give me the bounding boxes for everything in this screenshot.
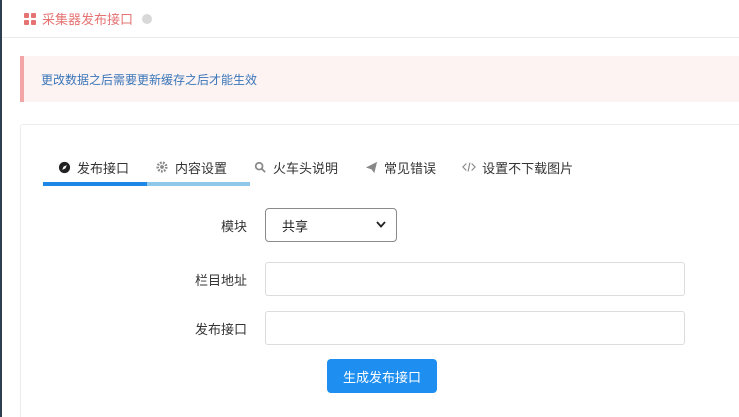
- column-url-input[interactable]: [265, 262, 685, 296]
- tab-label: 设置不下载图片: [482, 161, 574, 177]
- column-url-label: 栏目地址: [194, 273, 247, 289]
- tab-locomotive-guide[interactable]: 火车头说明: [239, 149, 350, 185]
- tab-no-download-images[interactable]: 设置不下载图片: [448, 149, 585, 185]
- paper-plane-icon: [364, 160, 378, 174]
- status-dot-icon[interactable]: [142, 13, 153, 24]
- chevron-down-icon: [376, 220, 386, 231]
- grid-icon: [24, 12, 36, 25]
- module-select[interactable]: 共享: [265, 208, 397, 242]
- module-row: 模块 共享: [145, 208, 397, 242]
- tab-hover-indicator: [147, 182, 250, 186]
- tab-common-errors[interactable]: 常见错误: [350, 149, 448, 185]
- window-edge: [0, 0, 2, 417]
- tab-label: 常见错误: [384, 161, 437, 177]
- tab-label: 发布接口: [77, 161, 130, 177]
- module-label: 模块: [220, 219, 247, 235]
- notice-alert: 更改数据之后需要更新缓存之后才能生效: [20, 56, 739, 102]
- publish-api-row: 发布接口: [145, 311, 685, 345]
- tab-content-settings[interactable]: 内容设置: [141, 149, 239, 185]
- publish-api-label: 发布接口: [194, 322, 247, 338]
- gear-icon: [155, 160, 169, 174]
- code-icon: [462, 160, 476, 174]
- search-icon: [253, 160, 267, 174]
- column-url-row: 栏目地址: [145, 262, 685, 296]
- header-bar: 采集器发布接口: [2, 0, 739, 38]
- page-title: 采集器发布接口: [42, 13, 134, 28]
- tab-publish-api[interactable]: 发布接口: [43, 149, 141, 185]
- tab-label: 火车头说明: [273, 161, 339, 177]
- tab-label: 内容设置: [175, 161, 228, 177]
- generate-api-button[interactable]: 生成发布接口: [327, 359, 437, 393]
- notice-text: 更改数据之后需要更新缓存之后才能生效: [41, 72, 258, 87]
- publish-api-input[interactable]: [265, 311, 685, 345]
- content-panel: 发布接口 内容设置 火车头说明 常见错误 设置不下载图片 模块 共享 栏目地址 …: [20, 124, 739, 417]
- module-select-value: 共享: [282, 219, 309, 235]
- compass-icon: [57, 160, 71, 174]
- active-tab-indicator: [43, 182, 147, 186]
